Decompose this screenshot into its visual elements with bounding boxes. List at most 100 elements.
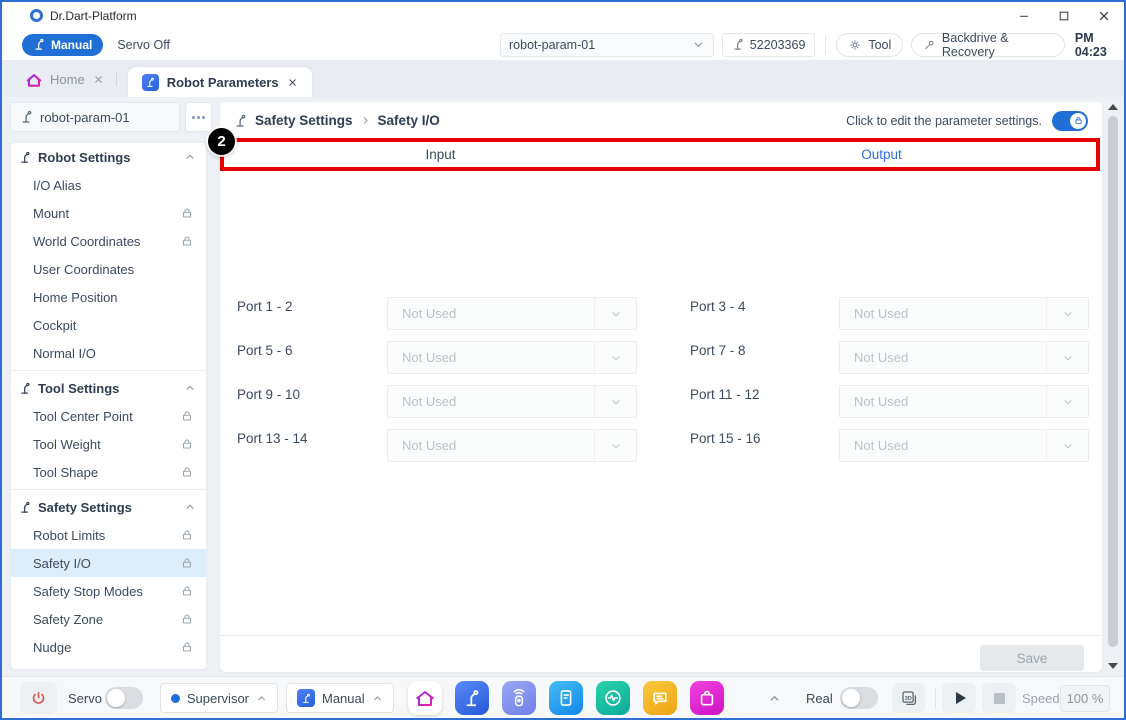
sidebar-item-safety-io[interactable]: Safety I/O [11,549,206,577]
sidebar-item-tool-weight[interactable]: Tool Weight [11,430,206,458]
port-15-16-select[interactable]: Not Used [839,429,1089,462]
parameter-select[interactable]: robot-param-01 [500,33,714,57]
scroll-down-icon[interactable] [1108,663,1118,669]
port-3-4-select[interactable]: Not Used [839,297,1089,330]
maximize-button[interactable] [1044,2,1084,29]
sidebar-item-tool-center-point[interactable]: Tool Center Point [11,402,206,430]
sidebar-item-nudge[interactable]: Nudge [11,633,206,661]
sidebar-item-home-position[interactable]: Home Position [11,283,206,311]
device-id-value: 52203369 [750,38,806,52]
sidebar-section-robot-settings[interactable]: Robot Settings [11,143,206,171]
sidebar-item-mount[interactable]: Mount [11,199,206,227]
select-value: Not Used [402,394,456,409]
3d-view-button[interactable] [892,683,925,713]
dock-monitoring-icon[interactable] [596,681,630,715]
port-9-10-select[interactable]: Not Used [387,385,637,418]
sidebar-section-safety-settings[interactable]: Safety Settings [11,493,206,521]
sidebar-item-user-coordinates[interactable]: User Coordinates [11,255,206,283]
tab-robot-parameters[interactable]: Robot Parameters [128,67,312,97]
minimize-button[interactable] [1004,2,1044,29]
input-column-label: Input [425,147,455,162]
tool-button[interactable]: Tool [836,33,903,57]
dock-home-icon[interactable] [408,681,442,715]
stop-button[interactable] [982,683,1016,713]
servo-power-button[interactable] [20,682,57,714]
breadcrumb-current: Safety I/O [378,113,440,128]
output-column-label: Output [861,147,902,162]
sidebar-nav: Robot Settings I/O Alias Mount World Coo… [10,142,207,670]
chevron-up-icon [256,693,267,704]
dock-jog-icon[interactable] [502,681,536,715]
dock-store-icon[interactable] [690,681,724,715]
manual-mode-icon [33,38,46,51]
real-toggle[interactable] [840,687,878,709]
select-value: Not Used [402,438,456,453]
tab-home-close-icon[interactable] [93,74,104,85]
item-label: Safety I/O [33,556,91,571]
home-icon [26,71,42,87]
content-divider [220,635,1102,636]
sidebar-item-world-coordinates[interactable]: World Coordinates [11,227,206,255]
chevron-up-icon [184,501,196,513]
port-5-6-select[interactable]: Not Used [387,341,637,374]
vertical-scrollbar[interactable] [1105,100,1121,673]
item-label: Cockpit [33,318,76,333]
device-id-button[interactable]: 52203369 [722,33,816,57]
port-label: Port 1 - 2 [237,299,293,314]
tab-home[interactable]: Home [16,61,114,97]
item-label: Normal I/O [33,346,96,361]
sidebar-item-io-alias[interactable]: I/O Alias [11,171,206,199]
sidebar-item-normal-io[interactable]: Normal I/O [11,339,206,367]
speed-value-box[interactable]: 100 % [1060,685,1110,712]
close-button[interactable] [1084,2,1124,29]
port-7-8-select[interactable]: Not Used [839,341,1089,374]
select-value: Not Used [402,350,456,365]
sidebar-item-safety-stop-modes[interactable]: Safety Stop Modes [11,577,206,605]
port-1-2-select[interactable]: Not Used [387,297,637,330]
scrollbar-thumb[interactable] [1108,116,1118,647]
edit-hint-text: Click to edit the parameter settings. [846,114,1042,128]
dock-robot-parameters-icon[interactable] [455,681,489,715]
dock-expand-icon[interactable] [768,692,781,705]
sidebar-item-safety-zone[interactable]: Safety Zone [11,605,206,633]
chevron-down-icon [594,298,636,329]
mode-dropdown[interactable]: Manual [286,683,394,713]
tab-home-label: Home [50,72,85,87]
port-label: Port 11 - 12 [690,387,760,402]
window-title: Dr.Dart-Platform [50,9,137,23]
port-11-12-select[interactable]: Not Used [839,385,1089,418]
dock-task-document-icon[interactable] [549,681,583,715]
body-area: robot-param-01 Robot Settings I/O Alias … [2,97,1124,676]
robot-parameters-icon [142,74,159,91]
item-label: Tool Weight [33,437,101,452]
save-button[interactable]: Save [980,645,1084,671]
play-button[interactable] [942,683,976,713]
dock-message-log-icon[interactable] [643,681,677,715]
item-label: Safety Zone [33,612,103,627]
scroll-up-icon[interactable] [1108,104,1118,110]
sidebar-item-cockpit[interactable]: Cockpit [11,311,206,339]
lock-icon [181,466,193,478]
chevron-down-icon [692,38,705,51]
edit-lock-toggle[interactable] [1052,111,1088,131]
toggle-knob [107,689,125,707]
mode-badge[interactable]: Manual [22,34,103,56]
speed-label: Speed [1022,691,1060,706]
port-13-14-select[interactable]: Not Used [387,429,637,462]
output-column-tab[interactable]: Output [661,139,1102,170]
servo-toggle[interactable] [105,687,143,709]
chevron-down-icon [594,342,636,373]
select-value: Not Used [854,306,908,321]
backdrive-recovery-button[interactable]: Backdrive & Recovery [911,33,1065,57]
sidebar-item-robot-limits[interactable]: Robot Limits [11,521,206,549]
backdrive-button-label: Backdrive & Recovery [942,31,1053,59]
role-dropdown[interactable]: Supervisor [160,683,278,713]
sidebar-parameter-name[interactable]: robot-param-01 [10,102,180,132]
tab-robot-parameters-close-icon[interactable] [287,77,298,88]
sidebar-parameter-label: robot-param-01 [40,110,130,125]
sidebar-item-tool-shape[interactable]: Tool Shape [11,458,206,486]
lock-icon [181,641,193,653]
more-options-button[interactable] [185,102,212,132]
sidebar-section-tool-settings[interactable]: Tool Settings [11,374,206,402]
input-column-tab[interactable]: Input [220,139,661,170]
